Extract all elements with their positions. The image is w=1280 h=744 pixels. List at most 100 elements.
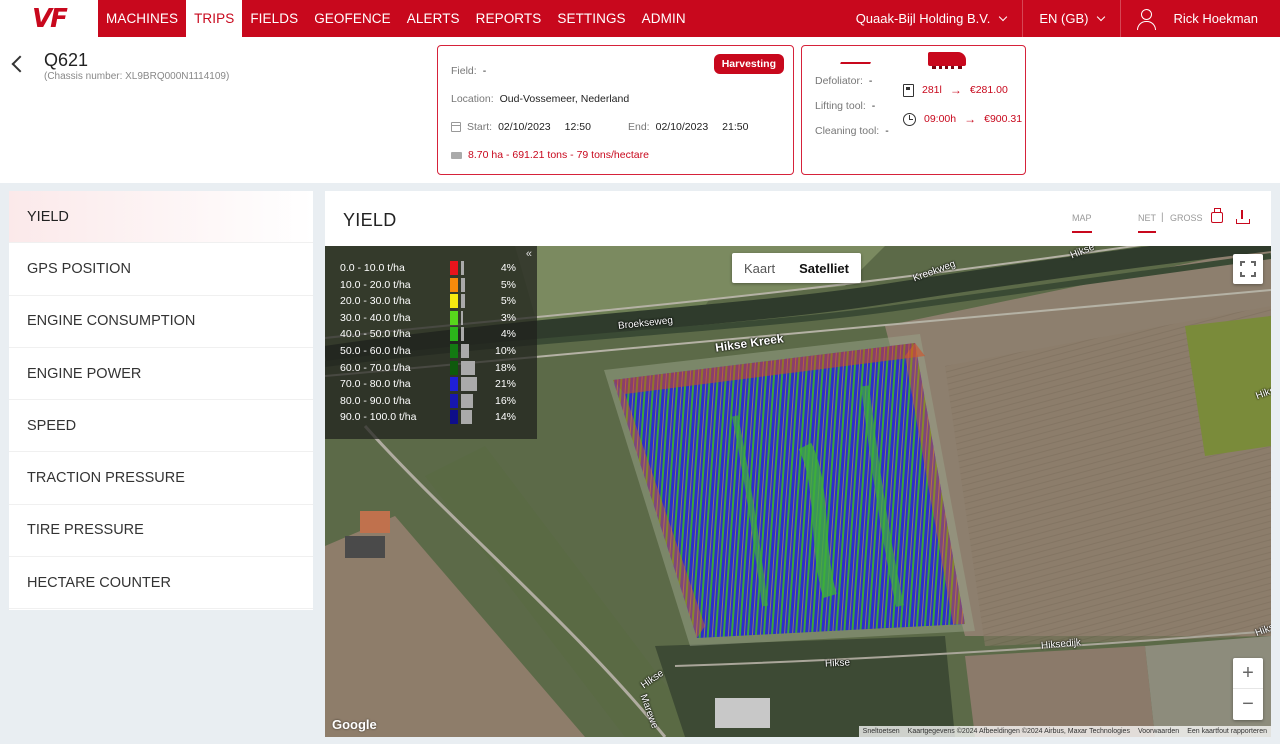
terms-link[interactable]: Voorwaarden — [1134, 728, 1183, 735]
collapse-legend-icon[interactable]: « — [526, 248, 532, 260]
chevron-down-icon — [1097, 12, 1106, 21]
location-value: Oud-Vossemeer, Nederland — [499, 93, 630, 105]
chevron-down-icon — [999, 12, 1008, 21]
legend-range-label: 10.0 - 20.0 t/ha — [340, 278, 411, 291]
language-dropdown[interactable]: EN (GB) — [1022, 0, 1120, 37]
legend-share-bar — [461, 327, 464, 342]
legend-range-label: 60.0 - 70.0 t/ha — [340, 361, 411, 374]
legend-percentage: 3% — [500, 311, 516, 324]
end-date: 02/10/2023 — [655, 121, 709, 133]
end-label: End: — [628, 121, 650, 133]
harvester-icon — [451, 151, 462, 159]
zoom-in-button[interactable]: + — [1233, 658, 1263, 689]
legend-color-swatch — [450, 294, 458, 309]
cleaning-label: Cleaning tool: — [815, 125, 880, 137]
field-row: Field: - — [451, 65, 486, 77]
user-menu[interactable]: Rick Hoekman — [1120, 0, 1280, 37]
nav-admin[interactable]: ADMIN — [634, 0, 694, 37]
legend-share-bar — [461, 294, 465, 309]
legend-share-bar — [461, 377, 477, 392]
legend-color-swatch — [450, 393, 458, 408]
sidebar-item-tire-pressure[interactable]: TIRE PRESSURE — [9, 505, 313, 558]
sidebar-item-gps-position[interactable]: GPS POSITION — [9, 243, 313, 296]
company-name: Quaak-Bijl Holding B.V. — [855, 11, 991, 26]
legend-percentage: 14% — [494, 411, 516, 424]
engine-hours: 09:00h — [924, 113, 957, 125]
sidebar-item-hectare-counter[interactable]: HECTARE COUNTER — [9, 557, 313, 610]
tab-gross[interactable]: GROSS — [1170, 213, 1203, 223]
legend-range-label: 80.0 - 90.0 t/ha — [340, 394, 411, 407]
legend-row: 60.0 - 70.0 t/ha 18% — [340, 360, 530, 376]
download-icon[interactable] — [1236, 210, 1250, 224]
hours-cost: €900.31 — [984, 113, 1023, 125]
calendar-icon — [451, 122, 461, 132]
legend-range-label: 40.0 - 50.0 t/ha — [340, 328, 411, 341]
nav-machines[interactable]: MACHINES — [98, 0, 186, 37]
end-time: 21:50 — [722, 121, 749, 133]
nav-fields[interactable]: FIELDS — [242, 0, 306, 37]
tab-map[interactable]: MAP — [1072, 213, 1092, 233]
report-error-link[interactable]: Een kaartfout rapporteren — [1183, 728, 1271, 735]
summary-row: 8.70 ha - 691.21 tons - 79 tons/hectare — [451, 149, 649, 161]
nav-reports[interactable]: REPORTS — [468, 0, 550, 37]
print-icon[interactable] — [1211, 208, 1223, 223]
legend-range-label: 20.0 - 30.0 t/ha — [340, 295, 411, 308]
sidebar-item-traction-pressure[interactable]: TRACTION PRESSURE — [9, 452, 313, 505]
nav-settings[interactable]: SETTINGS — [549, 0, 633, 37]
cleaning-row: Cleaning tool: - — [815, 125, 889, 137]
legend-percentage: 4% — [500, 328, 516, 341]
sidebar-item-speed[interactable]: SPEED — [9, 400, 313, 453]
legend-percentage: 10% — [494, 345, 516, 357]
yield-map[interactable]: Kreekweg Hikse Broekseweg Hikse Kreek Hi… — [325, 246, 1271, 737]
legend-share-bar — [461, 261, 464, 275]
legend-share-bar — [461, 393, 473, 408]
location-label: Location: — [451, 93, 494, 105]
nav-geofence[interactable]: GEOFENCE — [306, 0, 399, 37]
legend-percentage: 4% — [500, 262, 516, 274]
sidebar-item-engine-power[interactable]: ENGINE POWER — [9, 348, 313, 401]
legend-share-bar — [461, 360, 475, 375]
user-name: Rick Hoekman — [1173, 11, 1258, 26]
start-date: 02/10/2023 — [498, 121, 551, 133]
keyboard-shortcuts-link[interactable]: Sneltoetsen — [859, 728, 904, 735]
nav-alerts[interactable]: ALERTS — [399, 0, 468, 37]
user-icon — [1137, 8, 1157, 30]
legend-range-label: 50.0 - 60.0 t/ha — [340, 345, 411, 357]
legend-percentage: 16% — [494, 394, 516, 407]
map-attribution: Sneltoetsen Kaartgegevens ©2024 Afbeeldi… — [858, 726, 1271, 737]
legend-row: 50.0 - 60.0 t/ha 10% — [340, 343, 530, 359]
tools-card: Defoliator: - Lifting tool: - Cleaning t… — [801, 45, 1026, 175]
lifting-label: Lifting tool: — [815, 100, 866, 112]
legend-row: 70.0 - 80.0 t/ha 21% — [340, 376, 530, 392]
field-label: Field: — [451, 65, 477, 77]
map-data-credit: Kaartgegevens ©2024 Afbeeldingen ©2024 A… — [907, 728, 1130, 735]
legend-color-swatch — [450, 410, 458, 425]
machine-title: Q621 — [44, 50, 89, 70]
arrow-right-icon: → — [964, 112, 977, 126]
sidebar-item-engine-consumption[interactable]: ENGINE CONSUMPTION — [9, 296, 313, 348]
start-label: Start: — [467, 121, 493, 133]
zoom-out-button[interactable]: − — [1233, 689, 1263, 720]
metric-sidebar: YIELD GPS POSITION ENGINE CONSUMPTION EN… — [9, 191, 313, 610]
nav-trips[interactable]: TRIPS — [186, 0, 243, 37]
brand-logo[interactable]: VF — [0, 0, 98, 37]
legend-percentage: 18% — [494, 361, 516, 374]
tab-net[interactable]: NET — [1138, 213, 1156, 233]
legend-color-swatch — [450, 310, 458, 325]
legend-share-bar — [461, 344, 469, 358]
legend-row: 90.0 - 100.0 t/ha 14% — [340, 409, 530, 425]
start-row: Start: 02/10/2023 12:50 — [451, 121, 591, 133]
yield-legend: « 0.0 - 10.0 t/ha 4% 10.0 - 20.0 t/ha 5% 20.… — [325, 246, 537, 439]
map-type-kaart[interactable]: Kaart — [732, 253, 787, 283]
legend-color-swatch — [450, 277, 458, 292]
legend-range-label: 30.0 - 40.0 t/ha — [340, 311, 411, 324]
map-type-satellite[interactable]: Satelliet — [787, 253, 861, 283]
yield-panel: YIELD MAP NET | GROSS Kreekweg Hikse Bro… — [325, 191, 1271, 737]
fullscreen-button[interactable] — [1233, 254, 1263, 284]
sidebar-item-yield[interactable]: YIELD — [9, 191, 313, 244]
lifting-row: Lifting tool: - — [815, 100, 875, 112]
trip-summary: 8.70 ha - 691.21 tons - 79 tons/hectare — [468, 149, 649, 161]
chassis-number: (Chassis number: XL9BRQ000N1114109) — [44, 71, 230, 82]
location-row: Location: Oud-Vossemeer, Nederland — [451, 93, 629, 105]
company-dropdown[interactable]: Quaak-Bijl Holding B.V. — [840, 0, 1023, 37]
